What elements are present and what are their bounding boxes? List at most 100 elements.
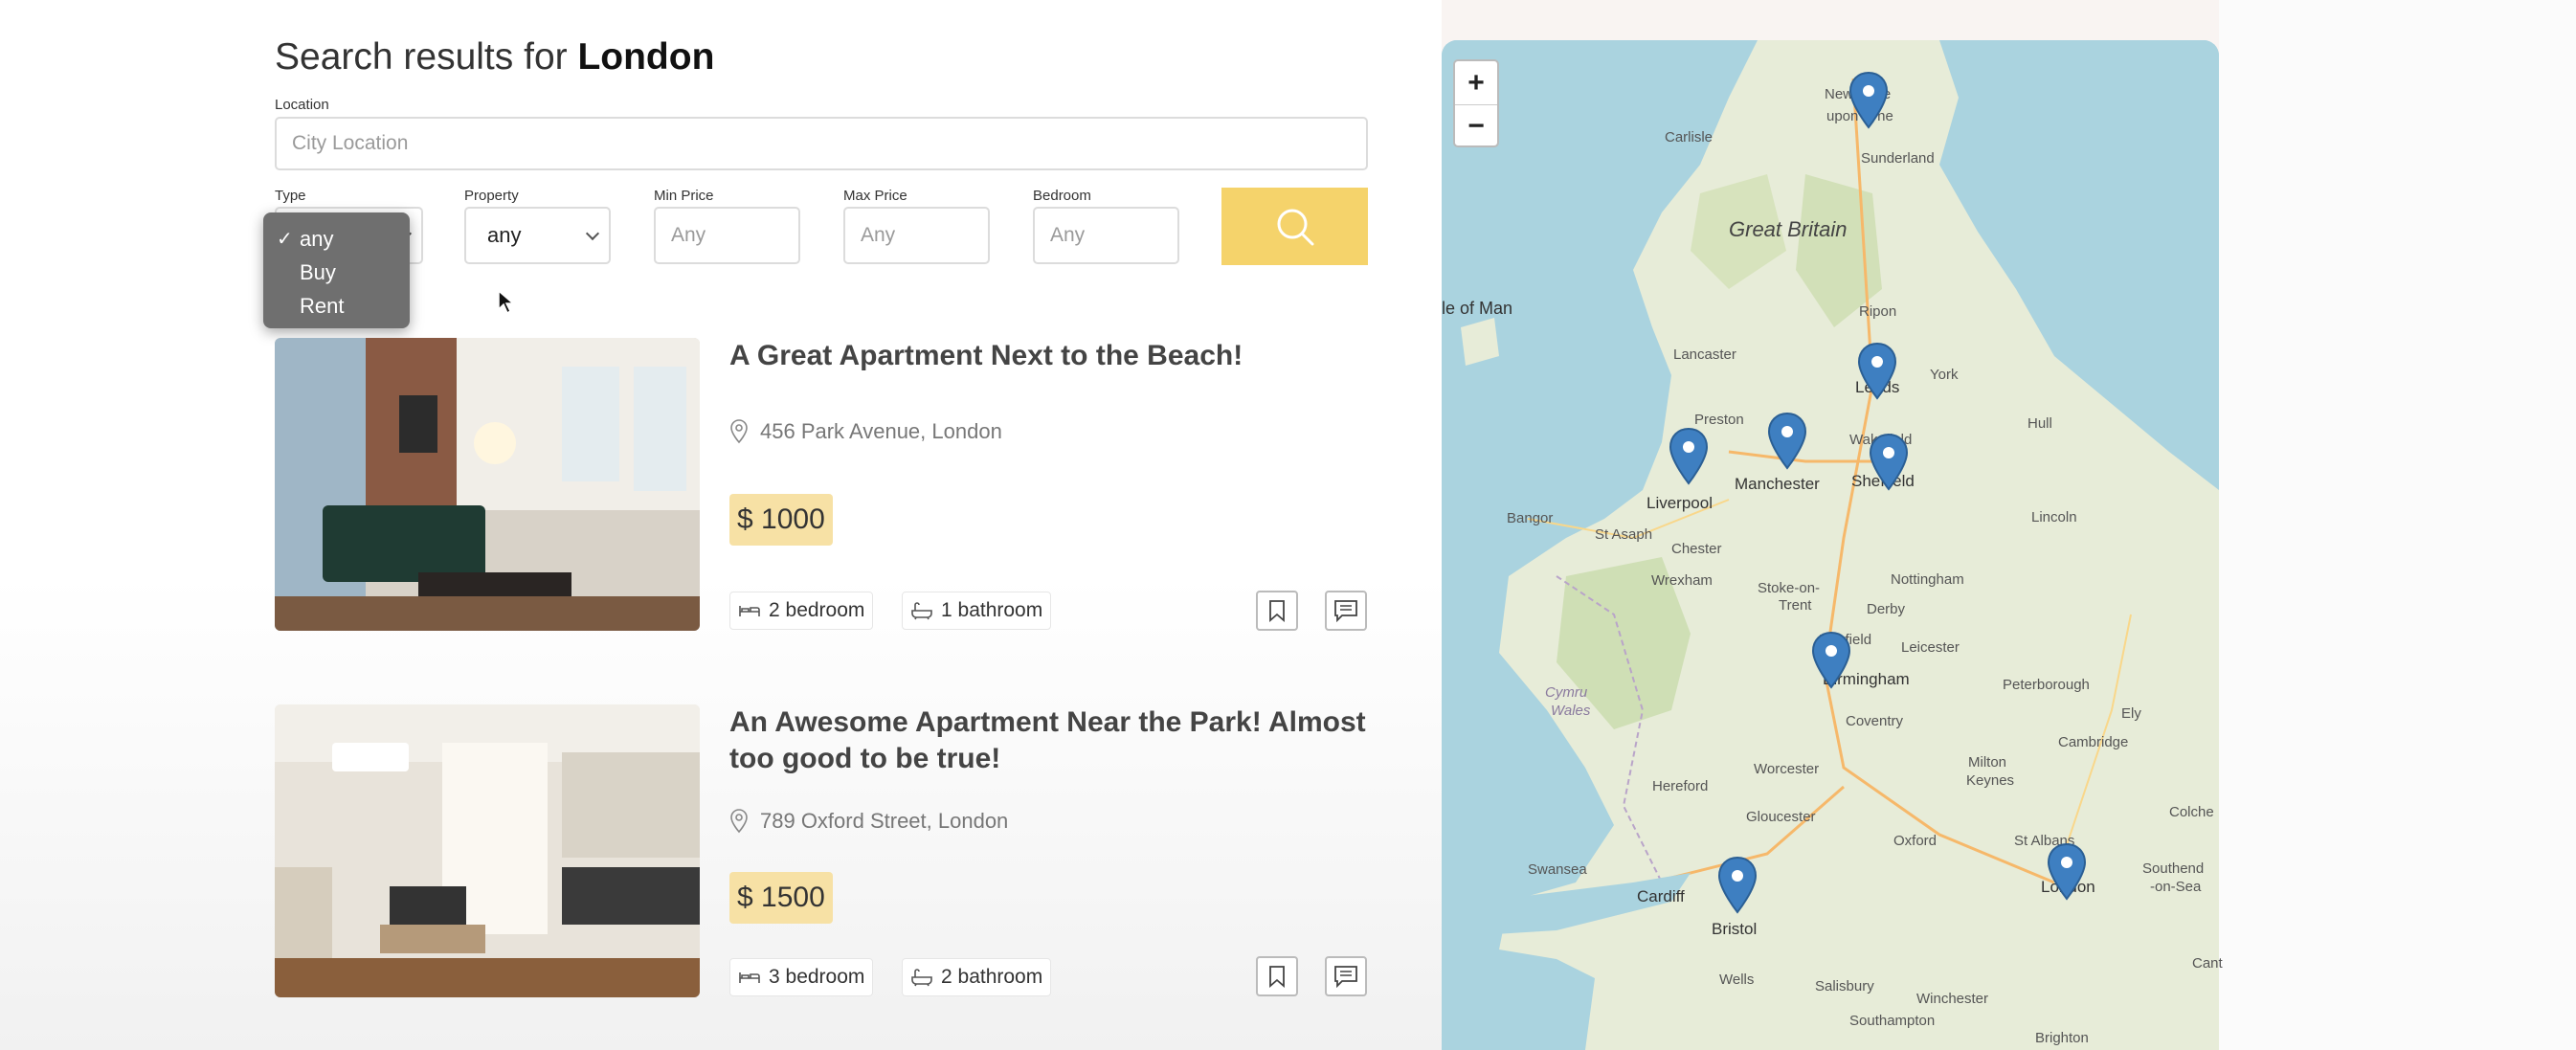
- place-label: Cambridge: [2058, 734, 2129, 750]
- place-label: Salisbury: [1815, 978, 1874, 994]
- map-marker-icon[interactable]: [1856, 342, 1898, 401]
- place-label: Manchester: [1735, 475, 1820, 493]
- map-marker-icon[interactable]: [2046, 842, 2088, 902]
- bedroom-feature: 2 bedroom: [729, 592, 874, 630]
- place-label: Lincoln: [2031, 509, 2077, 525]
- listing-price: $ 1500: [729, 872, 833, 924]
- place-label: Chester: [1671, 541, 1722, 557]
- bookmark-icon: [1269, 966, 1285, 988]
- bathroom-count: 2 bathroom: [941, 966, 1043, 988]
- chevron-down-icon: [585, 226, 600, 241]
- location-input[interactable]: City Location: [275, 117, 1368, 170]
- location-pin-icon: [730, 809, 748, 834]
- title-city: London: [577, 36, 715, 78]
- max-price-label: Max Price: [843, 188, 907, 204]
- place-label: Bristol: [1712, 920, 1758, 938]
- place-label: Wrexham: [1651, 572, 1713, 589]
- property-value: any: [487, 223, 522, 247]
- bedroom-count: 2 bedroom: [769, 599, 865, 621]
- place-label: Oxford: [1893, 833, 1938, 849]
- place-label: Milton: [1968, 754, 2007, 771]
- place-label: Sunderland: [1861, 150, 1935, 167]
- bookmark-button[interactable]: [1256, 956, 1298, 996]
- bedroom-feature: 3 bedroom: [729, 958, 874, 996]
- place-label: Preston: [1694, 412, 1744, 428]
- option-label: Buy: [300, 259, 336, 284]
- place-label: Colche: [2169, 804, 2214, 820]
- place-label: Liverpool: [1646, 494, 1713, 512]
- bathroom-feature: 1 bathroom: [902, 592, 1052, 630]
- listing-address: 789 Oxford Street, London: [729, 809, 1008, 834]
- property-label: Property: [464, 188, 519, 204]
- place-label: Ripon: [1859, 303, 1897, 320]
- place-label: Hereford: [1652, 778, 1709, 794]
- place-label: Lancaster: [1673, 346, 1736, 363]
- bathroom-feature: 2 bathroom: [902, 958, 1052, 996]
- bedroom-count: 3 bedroom: [769, 966, 865, 988]
- map-marker-icon[interactable]: [1668, 427, 1710, 486]
- zoom-out-button[interactable]: −: [1455, 104, 1497, 145]
- property-select[interactable]: any: [464, 207, 611, 264]
- listing-title[interactable]: A Great Apartment Next to the Beach!: [729, 338, 1361, 374]
- place-label: York: [1930, 367, 1959, 383]
- message-button[interactable]: [1325, 591, 1367, 631]
- listing-address: 456 Park Avenue, London: [729, 419, 1002, 444]
- place-label: Ely: [2121, 705, 2141, 722]
- zoom-in-button[interactable]: +: [1455, 61, 1497, 104]
- place-label: Winchester: [1916, 991, 1989, 1007]
- place-label: Derby: [1867, 601, 1906, 617]
- map-marker-icon[interactable]: [1810, 631, 1852, 690]
- place-label: Stoke-on-: [1758, 580, 1821, 596]
- place-label: Keynes: [1966, 772, 2015, 789]
- bathroom-count: 1 bathroom: [941, 599, 1043, 621]
- living-room-photo: [275, 338, 700, 631]
- message-button[interactable]: [1325, 956, 1367, 996]
- map-marker-icon[interactable]: [1848, 71, 1890, 130]
- map-marker-icon[interactable]: [1868, 433, 1910, 492]
- address-text: 789 Oxford Street, London: [760, 809, 1009, 833]
- place-label: Worcester: [1754, 761, 1820, 777]
- map-view[interactable]: [1442, 40, 2219, 1050]
- place-label: Wells: [1719, 972, 1755, 988]
- place-label: Nottingham: [1891, 571, 1964, 588]
- bedroom-input[interactable]: Any: [1033, 207, 1179, 264]
- bathtub-icon: [911, 969, 932, 987]
- bookmark-button[interactable]: [1256, 591, 1298, 631]
- place-label: Carlisle: [1665, 129, 1714, 145]
- listing-title[interactable]: An Awesome Apartment Near the Park! Almo…: [729, 704, 1400, 777]
- place-label: Brighton: [2035, 1030, 2089, 1046]
- page-title: Search results for London: [275, 36, 714, 78]
- type-dropdown: ✓ any Buy Rent: [263, 212, 410, 328]
- zoom-control: + −: [1453, 59, 1499, 147]
- place-label: Wales: [1551, 703, 1591, 719]
- chat-icon: [1334, 966, 1357, 988]
- bed-icon: [739, 606, 760, 616]
- location-label: Location: [275, 97, 329, 113]
- place-label: -on-Sea: [2150, 879, 2202, 895]
- page-margin: [2219, 0, 2576, 1050]
- listing-price: $ 1000: [729, 494, 833, 546]
- listing-image[interactable]: [275, 704, 700, 997]
- search-button[interactable]: [1221, 188, 1368, 265]
- bedroom-photo: [275, 704, 700, 997]
- place-label: Cymru: [1545, 684, 1588, 701]
- map-marker-icon[interactable]: [1716, 856, 1758, 915]
- place-label: Southend: [2142, 860, 2205, 877]
- dropdown-option-buy[interactable]: Buy: [263, 256, 410, 289]
- listing-image[interactable]: [275, 338, 700, 631]
- place-label: Trent: [1779, 597, 1812, 614]
- min-price-input[interactable]: Any: [654, 207, 800, 264]
- option-label: Rent: [300, 293, 345, 318]
- dropdown-option-any[interactable]: ✓ any: [263, 222, 410, 256]
- dropdown-option-rent[interactable]: Rent: [263, 289, 410, 323]
- type-label: Type: [275, 188, 306, 204]
- max-price-input[interactable]: Any: [843, 207, 990, 264]
- place-label: Cant: [2192, 955, 2223, 972]
- map-marker-icon[interactable]: [1766, 412, 1808, 471]
- option-label: any: [300, 226, 334, 251]
- chat-icon: [1334, 600, 1357, 622]
- place-label: Coventry: [1846, 713, 1904, 729]
- place-label: Bangor: [1507, 510, 1554, 526]
- place-label: Great Britain: [1729, 217, 1848, 241]
- bed-icon: [739, 972, 760, 983]
